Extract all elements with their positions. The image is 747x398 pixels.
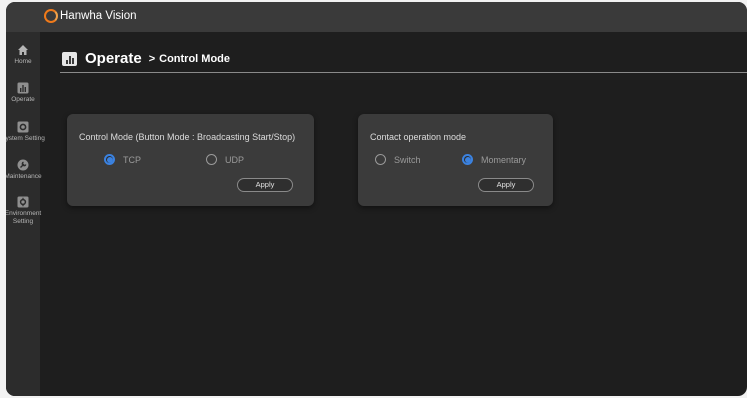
header-divider [60, 72, 747, 73]
sidebar-item-system-setting[interactable]: System Setting [6, 121, 45, 143]
sidebar-item-home[interactable]: Home [6, 44, 40, 66]
sidebar: Home Operate System Setting Maintenanc [6, 32, 45, 396]
sidebar-item-environment-setting[interactable]: Environment Setting [6, 196, 41, 226]
operate-chart-icon [62, 51, 77, 66]
sidebar-item-label-line2: Setting [12, 218, 34, 225]
brand-name: Hanwha Vision [60, 10, 137, 22]
control-mode-title: Control Mode (Button Mode : Broadcasting… [79, 132, 296, 142]
breadcrumb-separator: > [148, 52, 156, 65]
maintenance-icon [17, 159, 29, 171]
page-title: Operate [85, 50, 142, 67]
switch-radio[interactable]: Switch [375, 154, 421, 165]
breadcrumb-current: Control Mode [159, 52, 231, 65]
sidebar-item-label: Environment [6, 210, 42, 217]
sidebar-item-label: Home [14, 58, 32, 65]
udp-label: UDP [225, 154, 245, 165]
brand-logo[interactable]: Hanwha Vision [44, 9, 137, 23]
momentary-radio[interactable]: Momentary [462, 154, 526, 165]
radio-selected-icon [462, 154, 473, 165]
radio-unselected-icon [206, 154, 217, 165]
momentary-label: Momentary [481, 154, 527, 165]
sidebar-item-label: Maintenance [6, 173, 42, 180]
sidebar-item-operate[interactable]: Operate [6, 82, 40, 104]
environment-setting-icon [17, 196, 29, 208]
system-setting-icon [17, 121, 29, 133]
contact-mode-card: Contact operation mode Switch Momentary … [358, 114, 553, 206]
tcp-radio[interactable]: TCP [104, 154, 141, 165]
home-icon [18, 45, 28, 55]
control-mode-apply-button[interactable]: Apply [237, 178, 293, 192]
app-window: Hanwha Vision Home Operate System Settin [6, 2, 747, 396]
hanwha-logo-icon [44, 9, 58, 23]
radio-unselected-icon [375, 154, 386, 165]
top-bar: Hanwha Vision [6, 2, 747, 32]
radio-selected-icon [104, 154, 115, 165]
sidebar-item-label: System Setting [6, 135, 45, 142]
operate-icon [17, 82, 29, 94]
contact-mode-apply-button[interactable]: Apply [478, 178, 534, 192]
switch-label: Switch [394, 154, 421, 165]
tcp-label: TCP [123, 154, 141, 165]
sidebar-item-maintenance[interactable]: Maintenance [6, 159, 42, 181]
contact-mode-title: Contact operation mode [370, 132, 467, 142]
sidebar-item-label: Operate [11, 96, 35, 103]
udp-radio[interactable]: UDP [206, 154, 244, 165]
control-mode-card: Control Mode (Button Mode : Broadcasting… [67, 114, 314, 206]
page-header: Operate > Control Mode [62, 50, 230, 67]
